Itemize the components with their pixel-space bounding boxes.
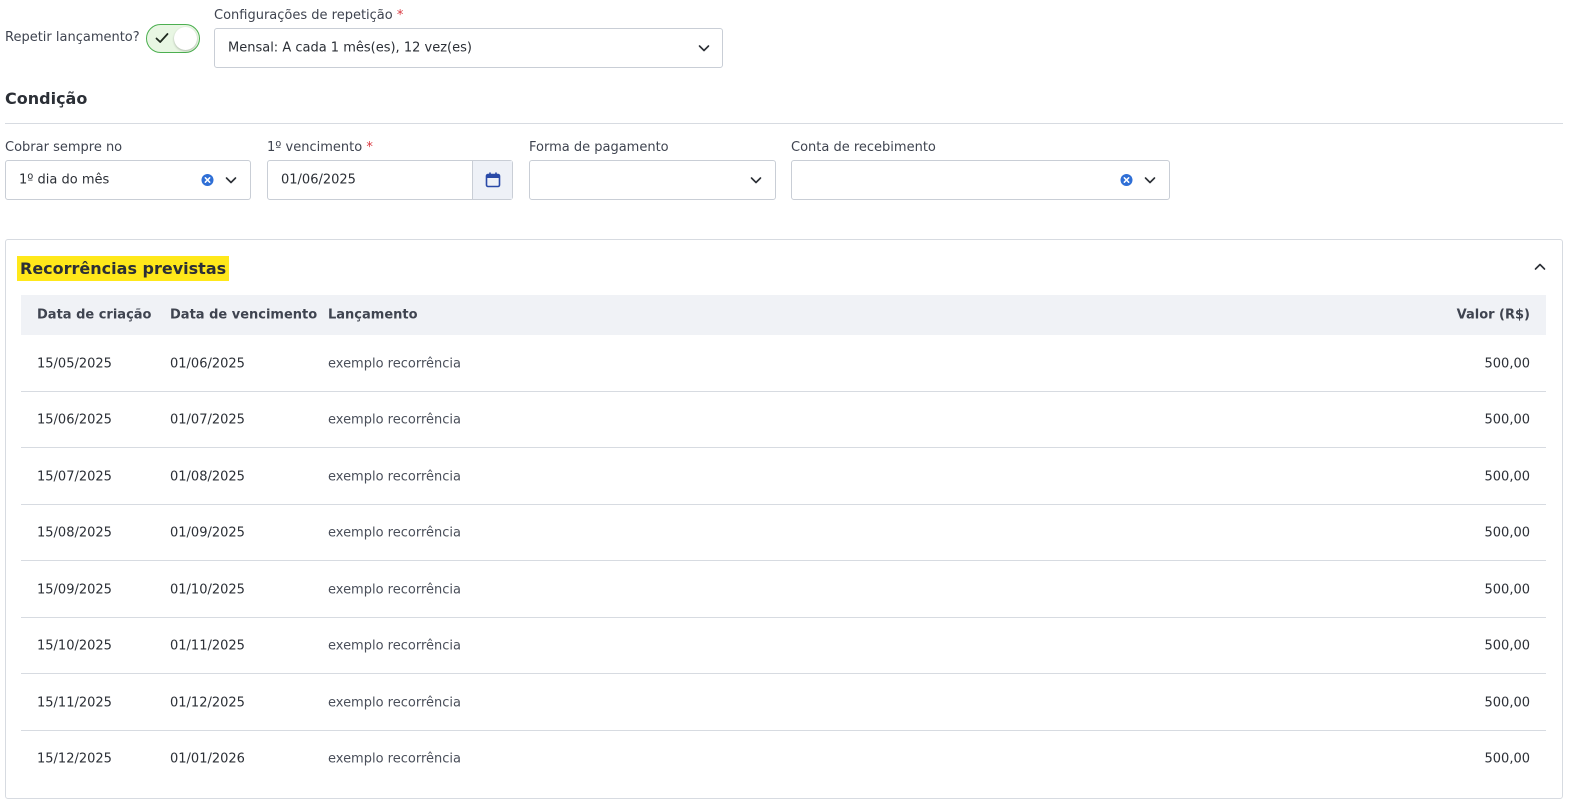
creation-date-cell: 15/08/2025 bbox=[37, 525, 112, 540]
toggle-knob bbox=[174, 27, 197, 50]
required-mark: * bbox=[396, 8, 404, 23]
entry-cell: exemplo recorrência bbox=[328, 751, 461, 767]
creation-date-cell: 15/07/2025 bbox=[37, 469, 112, 484]
creation-date-cell: 15/05/2025 bbox=[37, 356, 112, 371]
repetition-config-label: Configurações de repetição * bbox=[214, 8, 403, 23]
calendar-icon bbox=[485, 172, 501, 188]
section-divider bbox=[5, 123, 1563, 124]
first-due-label-text: 1º vencimento bbox=[267, 140, 363, 155]
chevron-down-icon[interactable] bbox=[697, 41, 711, 55]
due-date-cell: 01/11/2025 bbox=[170, 638, 245, 653]
due-date-cell: 01/06/2025 bbox=[170, 356, 245, 371]
creation-date-cell: 15/12/2025 bbox=[37, 751, 112, 767]
entry-cell: exemplo recorrência bbox=[328, 582, 461, 597]
recurrences-title: Recorrências previstas bbox=[17, 256, 230, 281]
column-header-entry: Lançamento bbox=[328, 307, 418, 323]
repeat-label: Repetir lançamento? bbox=[5, 30, 140, 45]
clear-circle-icon[interactable] bbox=[1120, 174, 1133, 187]
table-row: 15/11/2025 01/12/2025 exemplo recorrênci… bbox=[21, 675, 1546, 731]
repetition-config-select[interactable]: Mensal: A cada 1 mês(es), 12 vez(es) bbox=[214, 28, 723, 68]
value-cell: 500,00 bbox=[1484, 412, 1531, 427]
column-header-due-date: Data de vencimento bbox=[170, 307, 318, 323]
repeat-toggle[interactable] bbox=[146, 24, 200, 53]
clear-circle-icon[interactable] bbox=[201, 174, 214, 187]
table-header: Data de criação Data de vencimento Lança… bbox=[21, 295, 1546, 335]
charge-day-select[interactable]: 1º dia do mês bbox=[5, 160, 251, 200]
value-cell: 500,00 bbox=[1484, 525, 1531, 540]
entry-cell: exemplo recorrência bbox=[328, 525, 461, 540]
table-row: 15/12/2025 01/01/2026 exemplo recorrênci… bbox=[21, 731, 1546, 787]
chevron-down-icon[interactable] bbox=[749, 173, 763, 187]
chevron-down-icon[interactable] bbox=[1143, 173, 1157, 187]
value-cell: 500,00 bbox=[1484, 582, 1531, 597]
entry-cell: exemplo recorrência bbox=[328, 356, 461, 371]
entry-cell: exemplo recorrência bbox=[328, 469, 461, 484]
check-icon bbox=[155, 33, 169, 43]
payment-method-label: Forma de pagamento bbox=[529, 140, 669, 155]
table-row: 15/09/2025 01/10/2025 exemplo recorrênci… bbox=[21, 562, 1546, 618]
creation-date-cell: 15/10/2025 bbox=[37, 638, 112, 653]
entry-cell: exemplo recorrência bbox=[328, 638, 461, 653]
chevron-up-icon[interactable] bbox=[1533, 260, 1547, 274]
value-cell: 500,00 bbox=[1484, 356, 1531, 371]
chevron-down-icon[interactable] bbox=[224, 173, 238, 187]
receiving-account-select[interactable] bbox=[791, 160, 1170, 200]
value-cell: 500,00 bbox=[1484, 469, 1531, 484]
value-cell: 500,00 bbox=[1484, 695, 1531, 710]
value-cell: 500,00 bbox=[1484, 638, 1531, 653]
table-row: 15/07/2025 01/08/2025 exemplo recorrênci… bbox=[21, 449, 1546, 505]
due-date-cell: 01/10/2025 bbox=[170, 582, 245, 597]
first-due-label: 1º vencimento * bbox=[267, 140, 373, 155]
first-due-value[interactable]: 01/06/2025 bbox=[281, 173, 356, 188]
payment-method-select[interactable] bbox=[529, 160, 776, 200]
receiving-account-label: Conta de recebimento bbox=[791, 140, 936, 155]
entry-cell: exemplo recorrência bbox=[328, 412, 461, 427]
creation-date-cell: 15/11/2025 bbox=[37, 695, 112, 710]
due-date-cell: 01/09/2025 bbox=[170, 525, 245, 540]
repetition-config-value: Mensal: A cada 1 mês(es), 12 vez(es) bbox=[228, 40, 472, 56]
column-header-creation-date: Data de criação bbox=[37, 307, 152, 323]
table-row: 15/05/2025 01/06/2025 exemplo recorrênci… bbox=[21, 336, 1546, 392]
charge-day-value: 1º dia do mês bbox=[19, 172, 110, 188]
column-header-value: Valor (R$) bbox=[1456, 307, 1530, 323]
creation-date-cell: 15/06/2025 bbox=[37, 412, 112, 427]
creation-date-cell: 15/09/2025 bbox=[37, 582, 112, 597]
first-due-date-field[interactable]: 01/06/2025 bbox=[267, 160, 513, 200]
table-row: 15/10/2025 01/11/2025 exemplo recorrênci… bbox=[21, 618, 1546, 674]
calendar-button[interactable] bbox=[472, 161, 512, 199]
table-row: 15/08/2025 01/09/2025 exemplo recorrênci… bbox=[21, 505, 1546, 561]
charge-day-label: Cobrar sempre no bbox=[5, 140, 123, 155]
condition-title: Condição bbox=[5, 89, 88, 108]
entry-cell: exemplo recorrência bbox=[328, 695, 461, 710]
due-date-cell: 01/08/2025 bbox=[170, 469, 245, 484]
required-mark: * bbox=[366, 140, 373, 155]
due-date-cell: 01/12/2025 bbox=[170, 695, 245, 710]
repetition-config-label-text: Configurações de repetição bbox=[214, 8, 393, 23]
due-date-cell: 01/07/2025 bbox=[170, 412, 245, 427]
value-cell: 500,00 bbox=[1484, 751, 1531, 767]
due-date-cell: 01/01/2026 bbox=[170, 751, 245, 767]
table-row: 15/06/2025 01/07/2025 exemplo recorrênci… bbox=[21, 392, 1546, 448]
